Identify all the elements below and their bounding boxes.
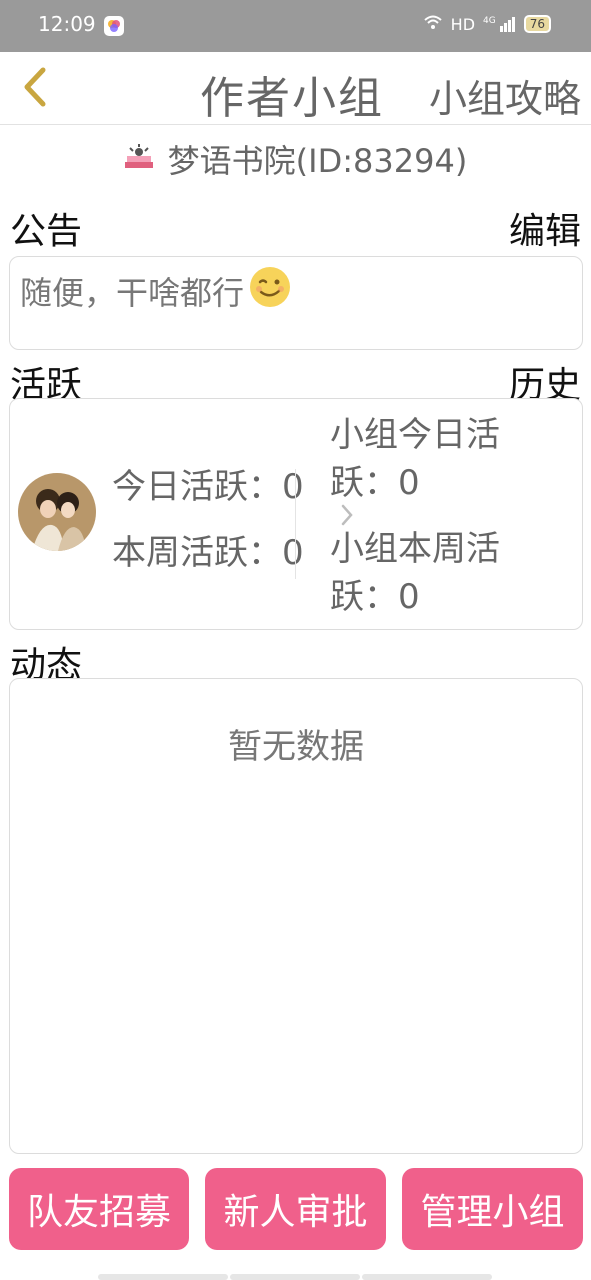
signal-icon: 4G	[483, 16, 516, 32]
chevron-left-icon	[24, 67, 46, 107]
manage-group-button[interactable]: 管理小组	[402, 1168, 583, 1250]
header-bar: 作者小组 小组攻略	[0, 52, 591, 125]
group-week-line-1: 小组本周活	[330, 529, 500, 569]
status-time: 12:09	[38, 12, 96, 36]
feed-box: 暂无数据	[9, 678, 583, 1154]
wink-emoji-icon	[248, 265, 292, 317]
back-button[interactable]	[12, 64, 58, 110]
group-name-row: 梦语书院(ID:83294)	[0, 138, 591, 180]
notice-label: 公告	[10, 211, 83, 252]
nav-hint-right	[362, 1274, 492, 1280]
wifi-icon	[423, 14, 443, 34]
new-member-approval-button[interactable]: 新人审批	[205, 1168, 386, 1250]
group-guide-link[interactable]: 小组攻略	[429, 68, 581, 123]
week-activity: 本周活跃：0	[112, 533, 304, 573]
group-week-activity: 小组本周活 跃：0	[330, 525, 530, 621]
group-week-line-2: 跃：0	[330, 577, 420, 617]
status-bar: 12:09 HD 4G 76	[0, 0, 591, 52]
nav-hint-left	[98, 1274, 228, 1280]
activity-divider	[295, 469, 296, 579]
battery-icon: 76	[523, 15, 551, 33]
activity-box[interactable]: 今日活跃：0 本周活跃：0 小组今日活 跃：0 小组本周活 跃：0	[9, 398, 583, 630]
group-today-line-2: 跃：0	[330, 463, 420, 503]
notice-text: 随便，干啥都行	[20, 274, 245, 312]
empty-state-text: 暂无数据	[228, 727, 364, 767]
app-notification-icon	[104, 16, 124, 36]
group-today-activity: 小组今日活 跃：0	[330, 411, 530, 507]
network-label: HD	[450, 14, 476, 34]
group-name: 梦语书院(ID:83294)	[167, 142, 468, 180]
recruit-teammates-button[interactable]: 队友招募	[9, 1168, 189, 1250]
avatar	[18, 473, 96, 551]
notice-box: 随便，干啥都行	[9, 256, 583, 350]
group-badge-icon	[124, 140, 154, 178]
edit-notice-button[interactable]: 编辑	[509, 202, 581, 254]
today-activity: 今日活跃：0	[112, 467, 304, 507]
group-today-line-1: 小组今日活	[330, 415, 500, 455]
nav-hint-center	[230, 1274, 360, 1280]
page-title: 作者小组	[200, 73, 384, 124]
signal-label: 4G	[483, 16, 496, 26]
